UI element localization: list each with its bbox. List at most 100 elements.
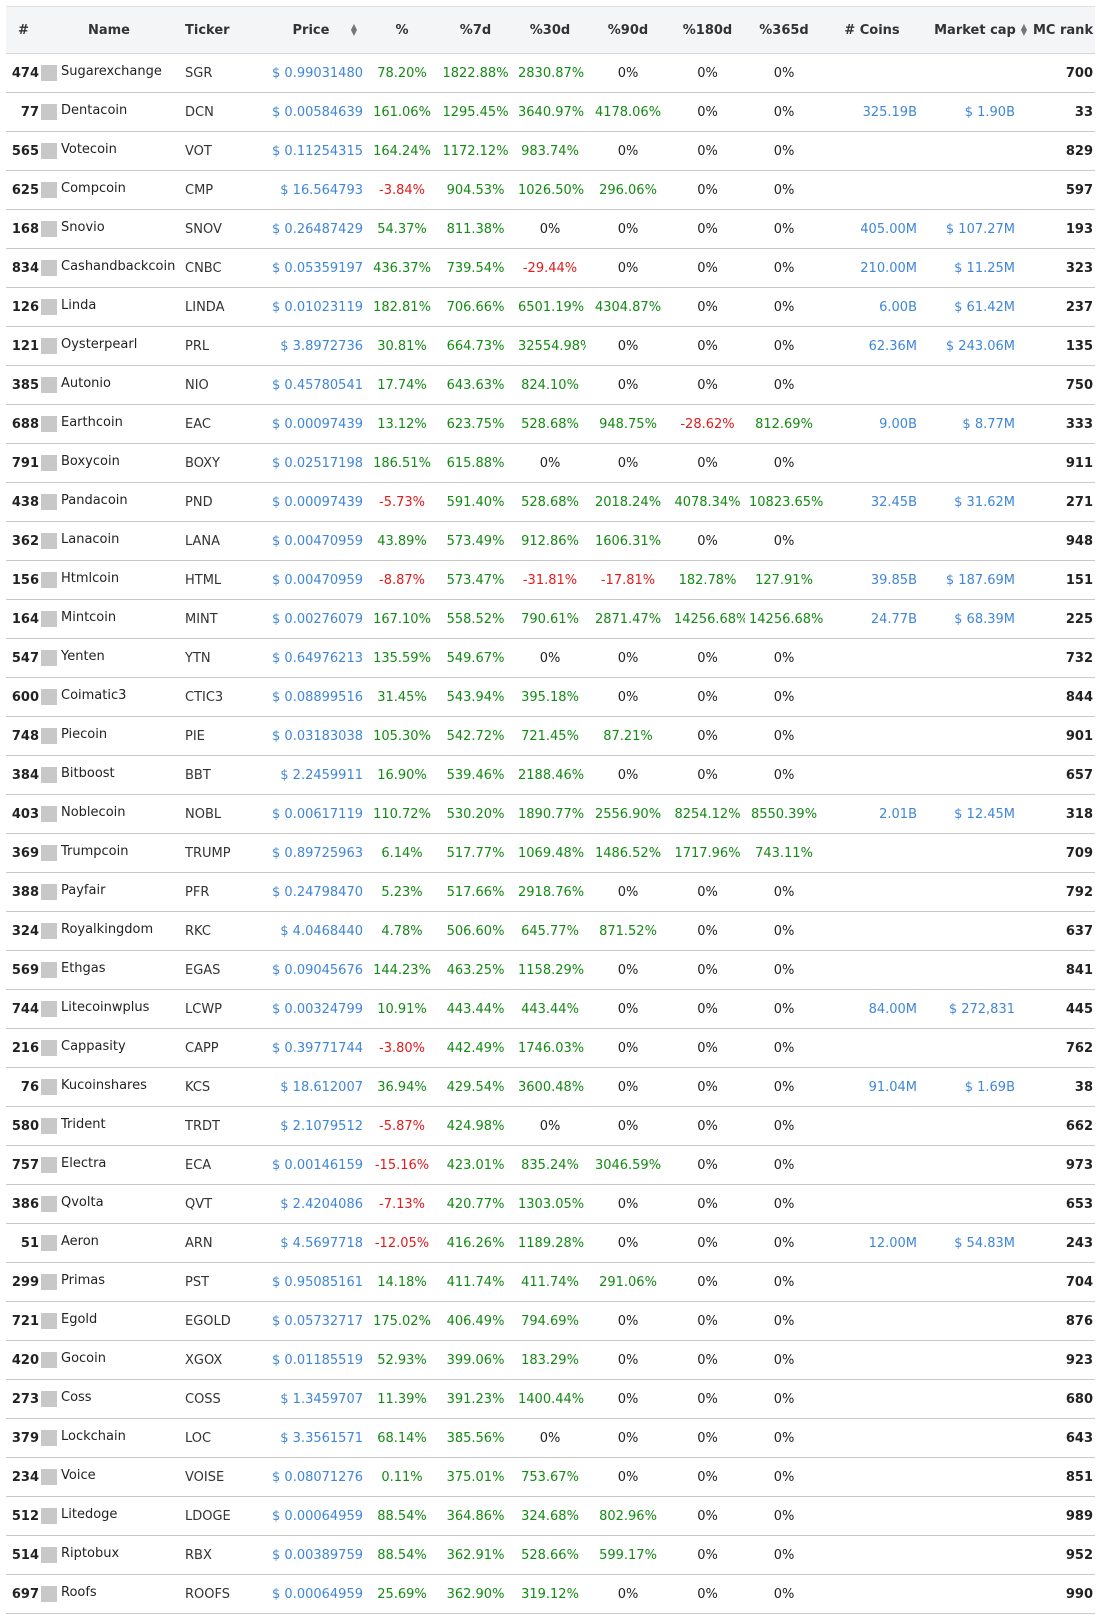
header-pct180d[interactable]: %180d: [670, 6, 745, 54]
header-pct7d[interactable]: %7d: [437, 6, 514, 54]
table-row[interactable]: 362 Lanacoin LANA $ 0.00470959 43.89% 573.49%…: [6, 521, 1095, 561]
coin-name[interactable]: Linda: [61, 298, 96, 313]
cell-coins[interactable]: [823, 638, 921, 678]
cell-price[interactable]: $ 0.26487429: [255, 209, 367, 249]
cell-price[interactable]: $ 0.24798470: [255, 872, 367, 912]
cell-price[interactable]: $ 0.00097439: [255, 404, 367, 444]
cell-name[interactable]: Compcoin: [41, 170, 177, 210]
cell-market-cap[interactable]: $ 243.06M: [921, 326, 1029, 366]
coin-name[interactable]: Litedoge: [61, 1507, 117, 1522]
cell-price[interactable]: $ 0.00470959: [255, 521, 367, 561]
coin-name[interactable]: Coimatic3: [61, 688, 126, 703]
header-mc-rank[interactable]: MC rank: [1029, 6, 1095, 54]
cell-price[interactable]: $ 0.01185519: [255, 1340, 367, 1380]
coin-name[interactable]: Voice: [61, 1468, 96, 1483]
cell-name[interactable]: Htmlcoin: [41, 560, 177, 600]
cell-price[interactable]: $ 3.8972736: [255, 326, 367, 366]
table-row[interactable]: 385 Autonio NIO $ 0.45780541 17.74% 643.63% 82…: [6, 365, 1095, 405]
cell-name[interactable]: Piecoin: [41, 716, 177, 756]
cell-coins[interactable]: 39.85B: [823, 560, 921, 600]
cell-coins[interactable]: [823, 521, 921, 561]
coin-name[interactable]: Trumpcoin: [61, 844, 128, 859]
cell-market-cap[interactable]: $ 1.90B: [921, 92, 1029, 132]
cell-coins[interactable]: 405.00M: [823, 209, 921, 249]
cell-price[interactable]: $ 0.39771744: [255, 1028, 367, 1068]
coin-name[interactable]: Boxycoin: [61, 454, 120, 469]
coin-name[interactable]: Roofs: [61, 1585, 97, 1600]
coin-name[interactable]: Dentacoin: [61, 103, 127, 118]
cell-name[interactable]: Earthcoin: [41, 404, 177, 444]
coin-name[interactable]: Aeron: [61, 1234, 99, 1249]
cell-coins[interactable]: [823, 1496, 921, 1536]
cell-market-cap[interactable]: $ 11.25M: [921, 248, 1029, 288]
coin-name[interactable]: Royalkingdom: [61, 922, 153, 937]
cell-name[interactable]: Lanacoin: [41, 521, 177, 561]
cell-coins[interactable]: [823, 1574, 921, 1614]
header-name[interactable]: Name: [41, 6, 177, 54]
cell-coins[interactable]: 62.36M: [823, 326, 921, 366]
cell-coins[interactable]: [823, 1340, 921, 1380]
cell-market-cap[interactable]: [921, 443, 1029, 483]
cell-coins[interactable]: [823, 170, 921, 210]
cell-name[interactable]: Ethgas: [41, 950, 177, 990]
cell-price[interactable]: $ 0.05359197: [255, 248, 367, 288]
cell-name[interactable]: Litedoge: [41, 1496, 177, 1536]
cell-price[interactable]: $ 2.1079512: [255, 1106, 367, 1146]
cell-name[interactable]: Snovio: [41, 209, 177, 249]
cell-name[interactable]: Litecoinwplus: [41, 989, 177, 1029]
cell-market-cap[interactable]: [921, 170, 1029, 210]
coin-name[interactable]: Snovio: [61, 220, 105, 235]
cell-market-cap[interactable]: [921, 677, 1029, 717]
table-row[interactable]: 386 Qvolta QVT $ 2.4204086 -7.13% 420.77% 1303…: [6, 1184, 1095, 1224]
coin-name[interactable]: Earthcoin: [61, 415, 123, 430]
header-ticker[interactable]: Ticker: [177, 6, 255, 54]
cell-market-cap[interactable]: $ 8.77M: [921, 404, 1029, 444]
cell-market-cap[interactable]: [921, 1379, 1029, 1419]
cell-market-cap[interactable]: $ 61.42M: [921, 287, 1029, 327]
table-row[interactable]: 791 Boxycoin BOXY $ 0.02517198 186.51% 615.88…: [6, 443, 1095, 483]
table-row[interactable]: 569 Ethgas EGAS $ 0.09045676 144.23% 463.25% 1…: [6, 950, 1095, 990]
cell-name[interactable]: Trumpcoin: [41, 833, 177, 873]
table-row[interactable]: 76 Kucoinshares KCS $ 18.612007 36.94% 429.54…: [6, 1067, 1095, 1107]
table-row[interactable]: 721 Egold EGOLD $ 0.05732717 175.02% 406.49% 7…: [6, 1301, 1095, 1341]
table-row[interactable]: 565 Votecoin VOT $ 0.11254315 164.24% 1172.12…: [6, 131, 1095, 171]
cell-name[interactable]: Riptobux: [41, 1535, 177, 1575]
table-row[interactable]: 438 Pandacoin PND $ 0.00097439 -5.73% 591.40%…: [6, 482, 1095, 522]
cell-name[interactable]: Payfair: [41, 872, 177, 912]
coin-name[interactable]: Htmlcoin: [61, 571, 119, 586]
table-row[interactable]: 324 Royalkingdom RKC $ 4.0468440 4.78% 506.60…: [6, 911, 1095, 951]
cell-name[interactable]: Oysterpearl: [41, 326, 177, 366]
coin-name[interactable]: Pandacoin: [61, 493, 128, 508]
table-row[interactable]: 51 Aeron ARN $ 4.5697718 -12.05% 416.26% 1189.…: [6, 1223, 1095, 1263]
cell-market-cap[interactable]: [921, 911, 1029, 951]
table-row[interactable]: 744 Litecoinwplus LCWP $ 0.00324799 10.91% 44…: [6, 989, 1095, 1029]
cell-market-cap[interactable]: [921, 833, 1029, 873]
cell-price[interactable]: $ 0.00584639: [255, 92, 367, 132]
table-row[interactable]: 625 Compcoin CMP $ 16.564793 -3.84% 904.53% 10…: [6, 170, 1095, 210]
cell-name[interactable]: Dentacoin: [41, 92, 177, 132]
coin-name[interactable]: Qvolta: [61, 1195, 104, 1210]
cell-coins[interactable]: 12.00M: [823, 1223, 921, 1263]
coin-name[interactable]: Payfair: [61, 883, 105, 898]
cell-coins[interactable]: 6.00B: [823, 287, 921, 327]
cell-coins[interactable]: [823, 1184, 921, 1224]
cell-coins[interactable]: 84.00M: [823, 989, 921, 1029]
coin-name[interactable]: Sugarexchange: [61, 64, 162, 79]
cell-price[interactable]: $ 3.3561571: [255, 1418, 367, 1458]
table-row[interactable]: 384 Bitboost BBT $ 2.2459911 16.90% 539.46% 21…: [6, 755, 1095, 795]
cell-price[interactable]: $ 0.99031480: [255, 53, 367, 93]
coin-name[interactable]: Votecoin: [61, 142, 117, 157]
cell-market-cap[interactable]: [921, 1574, 1029, 1614]
header-pct90d[interactable]: %90d: [586, 6, 670, 54]
cell-price[interactable]: $ 0.08899516: [255, 677, 367, 717]
cell-price[interactable]: $ 0.01023119: [255, 287, 367, 327]
cell-name[interactable]: Kucoinshares: [41, 1067, 177, 1107]
coin-name[interactable]: Primas: [61, 1273, 105, 1288]
cell-price[interactable]: $ 2.4204086: [255, 1184, 367, 1224]
cell-name[interactable]: Gocoin: [41, 1340, 177, 1380]
table-row[interactable]: 748 Piecoin PIE $ 0.03183038 105.30% 542.72% 7…: [6, 716, 1095, 756]
header-price[interactable]: Price ▲ ▼: [255, 6, 367, 54]
table-row[interactable]: 379 Lockchain LOC $ 3.3561571 68.14% 385.56% 0…: [6, 1418, 1095, 1458]
cell-price[interactable]: $ 0.11254315: [255, 131, 367, 171]
cell-market-cap[interactable]: [921, 1418, 1029, 1458]
